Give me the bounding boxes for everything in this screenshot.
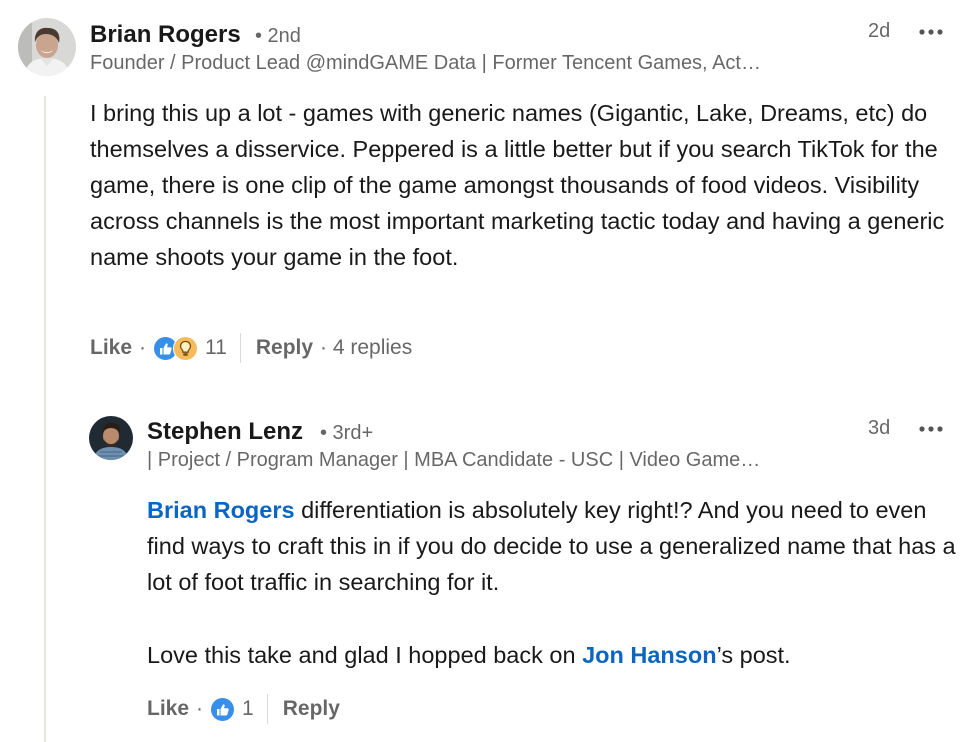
like-reaction-icon (210, 696, 236, 722)
author-name[interactable]: Brian Rogers (90, 21, 241, 49)
reply-text-paragraph-1: Brian Rogers differentiation is absolute… (147, 492, 962, 600)
divider (239, 333, 241, 363)
reply-button[interactable]: Reply (256, 336, 313, 360)
separator-dot: · (196, 697, 204, 720)
like-button[interactable]: Like (90, 336, 132, 360)
reply-button[interactable]: Reply (283, 697, 340, 721)
separator-dot: · (139, 336, 147, 359)
avatar-photo (89, 416, 133, 460)
connection-degree: • 2nd (255, 25, 301, 47)
timestamp: 2d (868, 20, 891, 42)
mention-link[interactable]: Brian Rogers (147, 497, 295, 523)
reactions[interactable] (153, 335, 199, 361)
reply-text: Love this take and glad I hopped back on (147, 642, 583, 668)
replies-count-link[interactable]: · 4 replies (320, 336, 412, 360)
avatar[interactable] (89, 416, 133, 460)
divider (266, 694, 268, 724)
comment-actions: Like · 11 Reply · 4 replies (90, 333, 412, 363)
insightful-reaction-icon (173, 335, 199, 361)
author-headline: | Project / Program Manager | MBA Candid… (147, 449, 761, 471)
more-options-icon[interactable] (918, 419, 944, 439)
author-name[interactable]: Stephen Lenz (147, 418, 303, 446)
comment-text: I bring this up a lot - games with gener… (90, 100, 945, 270)
reaction-count[interactable]: 11 (205, 336, 227, 360)
timestamp: 3d (868, 417, 891, 439)
thread-line (44, 96, 46, 742)
reply-actions: Like · 1 Reply (147, 694, 340, 724)
connection-degree: • 3rd+ (320, 422, 374, 444)
reactions[interactable] (210, 696, 236, 722)
more-options-icon[interactable] (918, 22, 944, 42)
author-headline: Founder / Product Lead @mindGAME Data | … (90, 52, 761, 74)
mention-link[interactable]: Jon Hanson (582, 642, 716, 668)
reaction-count[interactable]: 1 (242, 697, 254, 721)
avatar-photo (18, 18, 76, 76)
avatar[interactable] (18, 18, 76, 76)
like-button[interactable]: Like (147, 697, 189, 721)
reply-text-paragraph-2: Love this take and glad I hopped back on… (147, 637, 962, 673)
reply-text: ’s post. (716, 642, 791, 668)
